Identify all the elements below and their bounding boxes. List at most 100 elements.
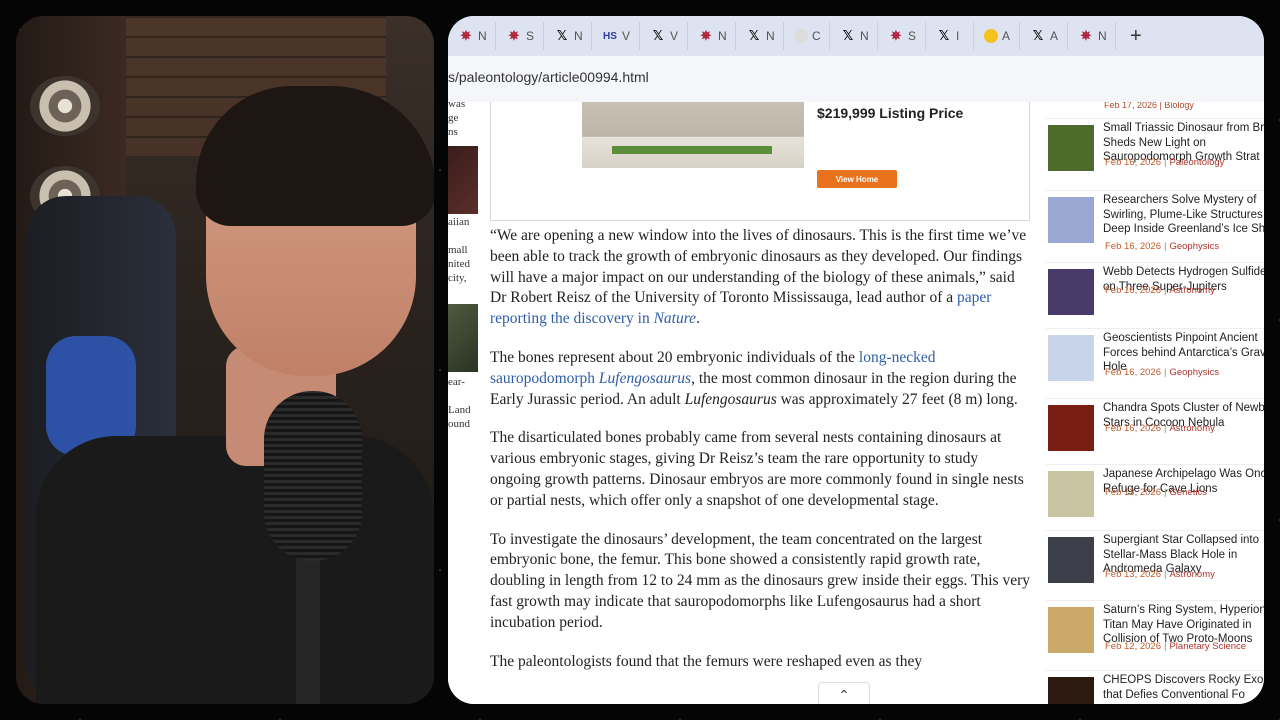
sliver-text: ns — [448, 126, 458, 138]
sliver-image[interactable] — [448, 304, 478, 372]
hs-icon: HS — [603, 30, 617, 42]
browser-tab[interactable]: 𝕏V — [640, 22, 688, 50]
article-paragraph: The paleontologists found that the femur… — [490, 652, 923, 670]
news-thumbnail[interactable] — [1048, 607, 1094, 653]
x-icon: 𝕏 — [938, 28, 950, 44]
browser-tab[interactable]: HS V — [592, 22, 640, 50]
sliver-text: ge — [448, 112, 459, 124]
browser-tab[interactable]: ✵ S — [878, 22, 926, 50]
browser-tab[interactable]: 𝕏I — [926, 22, 974, 50]
browser-tab[interactable]: 𝕏A — [1020, 22, 1068, 50]
streamer-shirt — [36, 436, 434, 704]
news-thumbnail[interactable] — [1048, 335, 1094, 381]
view-home-button[interactable]: View Home — [817, 170, 897, 188]
news-meta: Feb 13, 2026 | Astronomy — [1105, 569, 1215, 580]
article-paragraph: “We are opening a new window into the li… — [490, 227, 1027, 328]
news-title[interactable]: Researchers Solve Mystery of Swirling, P… — [1103, 193, 1264, 237]
advertisement[interactable]: $219,999 Listing Price View Home — [490, 102, 1030, 221]
decor-disk — [30, 76, 100, 136]
browser-tab[interactable]: 𝕏N — [544, 22, 592, 50]
news-thumbnail[interactable] — [1048, 125, 1094, 171]
news-thumbnail[interactable] — [1048, 537, 1094, 583]
news-category[interactable]: Genetics — [1169, 487, 1207, 498]
sidebar-top-meta: Feb 17, 2026 | Biology — [1104, 102, 1194, 110]
sidebar-news-item[interactable]: Webb Detects Hydrogen Sulfide on Three S… — [1046, 262, 1264, 323]
news-thumbnail[interactable] — [1048, 405, 1094, 451]
sidebar-news-item[interactable]: Saturn’s Ring System, Hyperion Titan May… — [1046, 600, 1264, 661]
news-date: Feb 13, 2026 — [1105, 569, 1161, 580]
browser-tab[interactable]: ✵ N — [448, 22, 496, 50]
news-meta: Feb 16, 2026 | Paleontology — [1105, 157, 1224, 168]
tab-title: V — [670, 29, 679, 43]
browser-tab[interactable]: ✵ S — [496, 22, 544, 50]
sliver-image[interactable] — [448, 146, 478, 214]
sidebar-news-item[interactable]: Supergiant Star Collapsed into Stellar-M… — [1046, 530, 1264, 591]
news-thumbnail[interactable] — [1048, 269, 1094, 315]
browser-tab[interactable]: 𝕏N — [830, 22, 878, 50]
tab-title: N — [1098, 29, 1107, 43]
sliver-text: nited — [448, 258, 470, 270]
news-date: Feb 13, 2026 — [1105, 487, 1161, 498]
news-category[interactable]: Paleontology — [1169, 157, 1224, 168]
webcam-feed — [16, 16, 434, 704]
tab-title: C — [812, 29, 821, 43]
tab-title: S — [908, 29, 917, 43]
news-category[interactable]: Astronomy — [1169, 285, 1214, 296]
browser-tab[interactable]: A — [974, 22, 1020, 50]
browser-tab[interactable]: 𝕏N — [736, 22, 784, 50]
yellow-icon — [984, 29, 998, 43]
sliver-text: Land — [448, 404, 471, 416]
tab-title: A — [1002, 29, 1011, 43]
news-category[interactable]: Astronomy — [1169, 569, 1214, 580]
new-tab-button[interactable]: + — [1130, 25, 1142, 48]
x-icon: 𝕏 — [652, 28, 664, 44]
tab-title: N — [478, 29, 487, 43]
tab-title: N — [574, 29, 583, 43]
browser-tab[interactable]: C — [784, 22, 830, 50]
sidebar-news-item[interactable]: Chandra Spots Cluster of Newb Stars in C… — [1046, 398, 1264, 459]
news-category[interactable]: Geophysics — [1169, 367, 1219, 378]
sliver-text: ear- — [448, 376, 465, 388]
news-meta: Feb 13, 2026 | Genetics — [1105, 487, 1207, 498]
meta-separator: | — [1164, 487, 1167, 498]
news-meta: Feb 16, 2026 | Astronomy — [1105, 285, 1215, 296]
meta-separator: | — [1164, 285, 1167, 296]
news-title[interactable]: CHEOPS Discovers Rocky Exop that Defies … — [1103, 673, 1264, 702]
web-page: was ge ns aiian mall nited city, ear- La… — [448, 102, 1264, 704]
scroll-to-top-button[interactable]: ⌃ — [818, 682, 870, 704]
news-category[interactable]: Geophysics — [1169, 241, 1219, 252]
news-category[interactable]: Astronomy — [1169, 423, 1214, 434]
tab-title: I — [956, 29, 960, 43]
sliver-text: city, — [448, 272, 467, 284]
ad-house-image[interactable] — [582, 102, 804, 168]
tab-title: N — [860, 29, 869, 43]
globe-icon — [794, 29, 808, 43]
tab-bar: ✵ N ✵ S 𝕏 N HS V 𝕏 V ✵ N 𝕏 N C 𝕏 N ✵ S 𝕏 I A 𝕏 A ✵ N + — [448, 16, 1264, 56]
tab-title: N — [718, 29, 727, 43]
news-date: Feb 12, 2026 — [1105, 641, 1161, 652]
news-category[interactable]: Planetary Science — [1169, 641, 1246, 652]
news-thumbnail[interactable] — [1048, 197, 1094, 243]
news-meta: Feb 16, 2026 | Geophysics — [1105, 241, 1219, 252]
address-bar[interactable]: s/paleontology/article00994.html — [448, 56, 1264, 103]
sidebar-news-item[interactable]: Japanese Archipelago Was Once Refuge for… — [1046, 464, 1264, 525]
article-paragraph: The disarticulated bones probably came f… — [490, 429, 1024, 509]
sidebar-news-item[interactable]: CHEOPS Discovers Rocky Exop that Defies … — [1046, 670, 1264, 704]
news-meta: Feb 16, 2026 | Astronomy — [1105, 423, 1215, 434]
news-thumbnail[interactable] — [1048, 471, 1094, 517]
browser-tab[interactable]: ✵ N — [688, 22, 736, 50]
sidebar-news-item[interactable]: Small Triassic Dinosaur from Br Sheds Ne… — [1046, 118, 1264, 179]
news-date: Feb 16, 2026 — [1105, 241, 1161, 252]
url-text[interactable]: s/paleontology/article00994.html — [448, 69, 649, 85]
news-thumbnail[interactable] — [1048, 677, 1094, 704]
chevron-up-icon: ⌃ — [838, 686, 850, 703]
tab-title: N — [766, 29, 775, 43]
meta-separator: | — [1164, 641, 1167, 652]
news-title[interactable]: Saturn’s Ring System, Hyperion Titan May… — [1103, 603, 1264, 647]
sidebar-news-item[interactable]: Researchers Solve Mystery of Swirling, P… — [1046, 190, 1264, 252]
browser-tab[interactable]: ✵ N — [1068, 22, 1116, 50]
phys-icon: ✵ — [700, 28, 712, 43]
related-news-sidebar: Feb 17, 2026 | Biology Small Triassic Di… — [1038, 102, 1264, 704]
x-icon: 𝕏 — [748, 28, 760, 44]
sidebar-news-item[interactable]: Geoscientists Pinpoint Ancient Forces be… — [1046, 328, 1264, 389]
